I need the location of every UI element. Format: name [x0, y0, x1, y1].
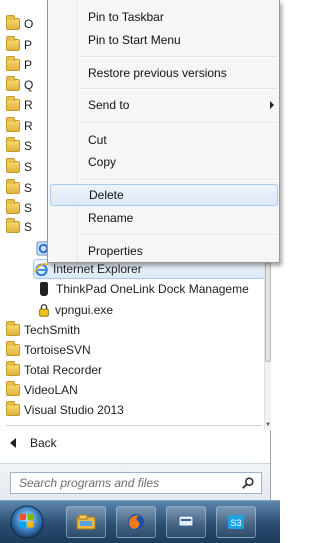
folder-icon [6, 199, 20, 214]
list-item[interactable]: P [6, 55, 32, 75]
folder-icon [6, 218, 20, 233]
back-button[interactable]: Back [10, 433, 57, 453]
taskbar-skype-button[interactable]: S3 [216, 506, 256, 538]
list-item[interactable]: P [6, 35, 32, 55]
list-item-thinkpad-onelink[interactable]: ThinkPad OneLink Dock Manageme [37, 279, 267, 299]
menu-separator [80, 122, 276, 124]
folder-icon [6, 158, 20, 173]
list-item[interactable]: S [6, 157, 32, 177]
list-item[interactable]: S [6, 178, 32, 198]
folder-icon [6, 321, 20, 336]
folder-icon [6, 361, 20, 376]
folder-icon [6, 401, 20, 416]
vpn-lock-icon [39, 304, 49, 317]
folder-icon [6, 36, 20, 51]
back-arrow-icon [10, 438, 16, 448]
menu-item-rename[interactable]: Rename [50, 207, 278, 229]
menu-separator [80, 234, 276, 236]
list-item-visual-studio[interactable]: Visual Studio 2013 [6, 400, 124, 420]
menu-separator [80, 56, 276, 58]
list-item[interactable]: Q [6, 75, 33, 95]
list-item-total-recorder[interactable]: Total Recorder [6, 360, 102, 380]
search-icon[interactable] [241, 476, 255, 490]
folder-icon [6, 76, 20, 91]
folder-icon [6, 56, 20, 71]
menu-item-delete[interactable]: Delete [50, 184, 278, 206]
folder-icon [6, 381, 20, 396]
folder-icon [6, 137, 20, 152]
search-area [0, 463, 270, 501]
back-label: Back [30, 436, 57, 450]
folder-icon [6, 96, 20, 111]
menu-separator [80, 88, 276, 90]
dock-icon [40, 282, 48, 296]
skype-icon: S3 [228, 515, 244, 529]
list-item[interactable]: R [6, 95, 33, 115]
submenu-arrow-icon [270, 101, 274, 109]
windows-explorer-icon [76, 514, 96, 530]
list-item[interactable]: S [6, 217, 32, 237]
list-item[interactable]: O [6, 14, 33, 34]
folder-icon [6, 15, 20, 30]
folder-icon [6, 117, 20, 132]
menu-item-restore-previous-versions[interactable]: Restore previous versions [50, 62, 278, 84]
taskbar: S3 [0, 500, 280, 543]
menu-item-copy[interactable]: Copy [50, 151, 278, 173]
svg-text:S3: S3 [230, 518, 241, 528]
taskbar-network-button[interactable] [166, 506, 206, 538]
menu-item-properties[interactable]: Properties [50, 240, 278, 262]
scroll-down-icon[interactable]: ▼ [265, 422, 271, 428]
network-icon [178, 515, 194, 529]
menu-item-pin-to-taskbar[interactable]: Pin to Taskbar [50, 6, 278, 28]
divider [6, 425, 262, 426]
internet-explorer-icon [34, 262, 49, 276]
taskbar-firefox-button[interactable] [116, 506, 156, 538]
firefox-icon [128, 514, 144, 530]
context-menu: Pin to Taskbar Pin to Start Menu Restore… [47, 0, 280, 263]
folder-icon [6, 341, 20, 356]
list-item-videolan[interactable]: VideoLAN [6, 380, 78, 400]
menu-item-cut[interactable]: Cut [50, 129, 278, 151]
list-item-techsmith[interactable]: TechSmith [6, 320, 80, 340]
list-item[interactable]: S [6, 198, 32, 218]
search-input[interactable] [17, 475, 241, 491]
taskbar-explorer-button[interactable] [66, 506, 106, 538]
folder-icon [6, 179, 20, 194]
list-item[interactable]: R [6, 116, 33, 136]
start-orb-icon[interactable] [8, 504, 46, 540]
search-box[interactable] [10, 472, 262, 494]
menu-separator [80, 179, 276, 181]
menu-item-pin-to-start-menu[interactable]: Pin to Start Menu [50, 29, 278, 51]
list-item-tortoisesvn[interactable]: TortoiseSVN [6, 340, 91, 360]
list-item-vpngui[interactable]: vpngui.exe [37, 300, 113, 320]
list-item[interactable]: S [6, 136, 32, 156]
menu-item-send-to[interactable]: Send to [50, 94, 278, 116]
